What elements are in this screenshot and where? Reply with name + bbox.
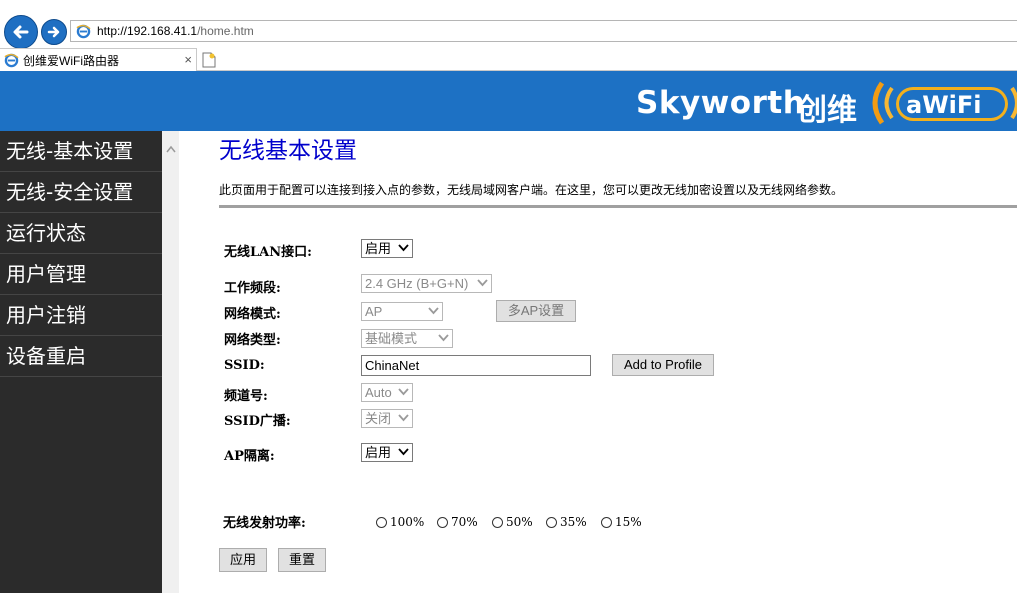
back-button[interactable] — [4, 15, 38, 49]
sidebar-item-logout[interactable]: 用户注销 — [0, 295, 162, 336]
browser-tab[interactable]: 创维爱WiFi路由器 × — [0, 48, 197, 71]
address-bar[interactable]: http://192.168.41.1/home.htm — [70, 20, 1017, 42]
page-description: 此页面用于配置可以连接到接入点的参数，无线局域网客户端。在这里，您可以更改无线加… — [219, 183, 844, 197]
sidebar-item-status[interactable]: 运行状态 — [0, 213, 162, 254]
sidebar-item-wireless-basic[interactable]: 无线-基本设置 — [0, 131, 162, 172]
reset-button[interactable]: 重置 — [278, 548, 326, 572]
new-tab-icon — [202, 52, 216, 67]
tx-power-option-label: 50% — [506, 515, 533, 529]
ssid-label: SSID: — [224, 358, 265, 373]
arrow-left-icon — [13, 25, 29, 39]
apply-button[interactable]: 应用 — [219, 548, 267, 572]
ap-isolation-select[interactable]: 启用 — [361, 443, 413, 462]
chevron-down-icon — [438, 334, 449, 342]
ap-isolation-value: 启用 — [365, 445, 392, 460]
forward-button[interactable] — [41, 19, 67, 45]
tx-power-option-100[interactable]: 100% — [376, 515, 424, 529]
sidebar-item-wireless-security[interactable]: 无线-安全设置 — [0, 172, 162, 213]
ie-icon — [76, 24, 91, 38]
main-content: 无线基本设置 此页面用于配置可以连接到接入点的参数，无线局域网客户端。在这里，您… — [179, 131, 1017, 593]
chevron-down-icon — [398, 448, 409, 456]
tx-power-option-15[interactable]: 15% — [601, 515, 642, 529]
multi-ap-button[interactable]: 多AP设置 — [496, 300, 576, 322]
radio-icon[interactable] — [376, 516, 387, 528]
sidebar: 无线-基本设置 无线-安全设置 运行状态 用户管理 用户注销 设备重启 — [0, 131, 162, 593]
tx-power-option-50[interactable]: 50% — [492, 515, 533, 529]
network-type-select[interactable]: 基础模式 — [361, 329, 453, 348]
address-text: http://192.168.41.1/home.htm — [97, 24, 254, 38]
radio-icon[interactable] — [492, 516, 503, 528]
url-host: http://192.168.41.1 — [97, 24, 198, 38]
band-value: 2.4 GHz (B+G+N) — [365, 276, 469, 291]
tx-power-option-label: 15% — [615, 515, 642, 529]
url-path: /home.htm — [197, 24, 254, 38]
tab-bar: 创维爱WiFi路由器 × — [0, 48, 1017, 71]
chevron-down-icon — [477, 279, 488, 287]
ssid-broadcast-value: 关闭 — [365, 411, 392, 426]
chevron-down-icon — [428, 307, 439, 315]
awifi-logo: aWiFi — [872, 81, 1017, 125]
mode-select[interactable]: AP — [361, 302, 443, 321]
radio-icon[interactable] — [601, 516, 612, 528]
wlan-interface-select[interactable]: 启用 — [361, 239, 413, 258]
network-type-label: 网络类型: — [224, 333, 281, 348]
ie-icon — [4, 53, 19, 67]
sidebar-item-user-management[interactable]: 用户管理 — [0, 254, 162, 295]
chevron-down-icon — [398, 244, 409, 252]
close-icon[interactable]: × — [184, 52, 192, 67]
chevron-down-icon — [398, 388, 409, 396]
sidebar-item-reboot[interactable]: 设备重启 — [0, 336, 162, 377]
tx-power-option-label: 35% — [560, 515, 587, 529]
network-type-value: 基础模式 — [365, 331, 418, 346]
tx-power-label: 无线发射功率: — [223, 516, 306, 531]
new-tab-button[interactable] — [198, 49, 220, 70]
chevron-down-icon — [398, 414, 409, 422]
tab-title: 创维爱WiFi路由器 — [23, 53, 119, 68]
wlan-interface-value: 启用 — [365, 241, 392, 256]
ssid-broadcast-label: SSID广播: — [224, 414, 291, 429]
channel-value: Auto — [365, 385, 392, 400]
chevron-up-icon[interactable] — [166, 145, 176, 153]
browser-chrome: http://192.168.41.1/home.htm 创维爱WiFi路由器 … — [0, 0, 1017, 71]
mode-value: AP — [365, 304, 383, 319]
radio-icon[interactable] — [437, 516, 448, 528]
add-to-profile-button[interactable]: Add to Profile — [612, 354, 714, 376]
tx-power-option-label: 70% — [451, 515, 478, 529]
ssid-broadcast-select[interactable]: 关闭 — [361, 409, 413, 428]
ssid-input[interactable]: ChinaNet — [361, 355, 591, 376]
brand-name: Skyworth — [636, 85, 806, 121]
page-title: 无线基本设置 — [219, 138, 357, 164]
wlan-interface-label: 无线LAN接口: — [224, 245, 312, 260]
svg-text:aWiFi: aWiFi — [906, 91, 982, 119]
mode-label: 网络模式: — [224, 307, 281, 322]
arrow-right-icon — [47, 26, 60, 38]
header-banner: Skyworth 创维 aWiFi — [0, 71, 1017, 131]
tx-power-option-35[interactable]: 35% — [546, 515, 587, 529]
channel-select[interactable]: Auto — [361, 383, 413, 402]
band-label: 工作频段: — [224, 281, 281, 296]
radio-icon[interactable] — [546, 516, 557, 528]
band-select[interactable]: 2.4 GHz (B+G+N) — [361, 274, 492, 293]
tx-power-option-label: 100% — [390, 515, 425, 529]
channel-label: 频道号: — [224, 389, 268, 404]
brand-name-cn: 创维 — [797, 93, 857, 128]
tx-power-option-70[interactable]: 70% — [437, 515, 478, 529]
ap-isolation-label: AP隔离: — [224, 449, 275, 464]
divider — [219, 205, 1017, 208]
scrollbar[interactable] — [162, 131, 179, 593]
